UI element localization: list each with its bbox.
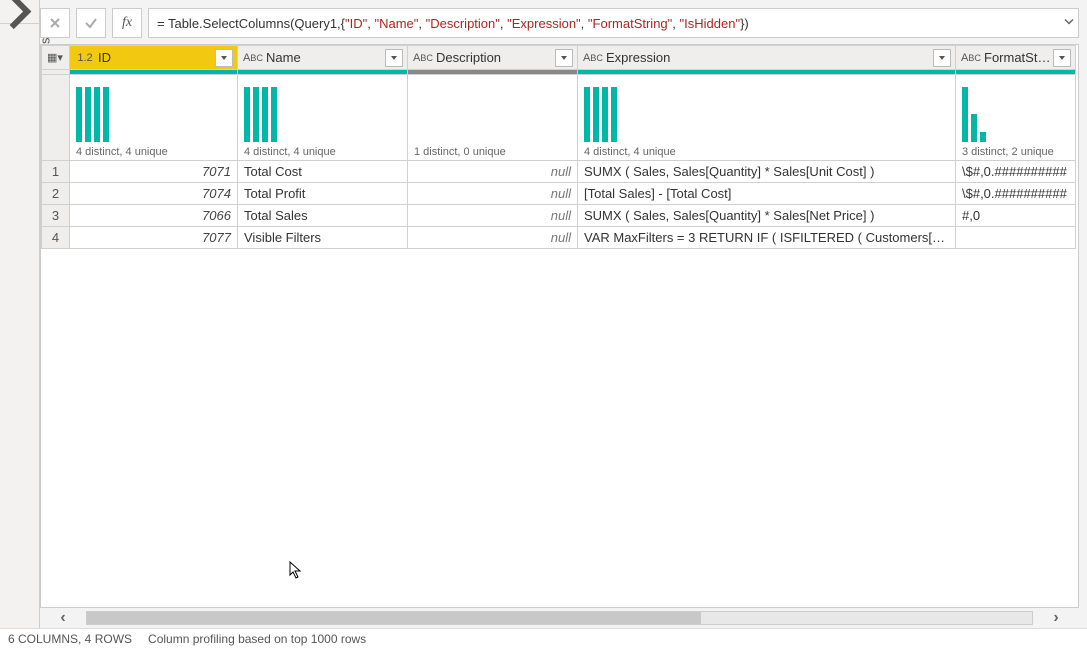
expand-formula-icon[interactable]	[1064, 17, 1074, 30]
column-header-description[interactable]: ABC Description	[408, 46, 578, 70]
scroll-right-button[interactable]: ›	[1033, 609, 1079, 627]
row-number: 3	[42, 205, 70, 227]
horizontal-scrollbar[interactable]: ‹ ›	[40, 608, 1079, 628]
column-filter-button[interactable]	[385, 49, 403, 67]
cell-expression[interactable]: SUMX ( Sales, Sales[Quantity] * Sales[Un…	[578, 161, 956, 183]
column-name-label: Expression	[604, 50, 933, 65]
column-profile-text: 4 distinct, 4 unique	[76, 146, 231, 158]
column-profile-cell: 4 distinct, 4 unique	[578, 75, 956, 161]
expand-queries-button[interactable]	[0, 0, 39, 24]
column-profile-text: 3 distinct, 2 unique	[962, 146, 1069, 158]
cell-id[interactable]: 7077	[70, 227, 238, 249]
row-number: 2	[42, 183, 70, 205]
data-grid: ▦▾ 1.2 ID ABC Name	[40, 44, 1079, 608]
status-count: 6 COLUMNS, 4 ROWS	[8, 632, 132, 646]
cell-description[interactable]: null	[408, 183, 578, 205]
cell-expression[interactable]: [Total Sales] - [Total Cost]	[578, 183, 956, 205]
column-header-name[interactable]: ABC Name	[238, 46, 408, 70]
column-profile-cell: 4 distinct, 4 unique	[238, 75, 408, 161]
column-profile-cell: 3 distinct, 2 unique	[956, 75, 1076, 161]
formula-bar: fx = Table.SelectColumns(Query1,{"ID", "…	[40, 8, 1079, 38]
cancel-formula-button[interactable]	[40, 8, 70, 38]
cell-name[interactable]: Total Profit	[238, 183, 408, 205]
column-profile-text: 4 distinct, 4 unique	[584, 146, 949, 158]
cell-formatstring[interactable]: #,0	[956, 205, 1076, 227]
column-name-label: Description	[434, 50, 555, 65]
column-quality-bar	[578, 70, 955, 74]
column-filter-button[interactable]	[555, 49, 573, 67]
row-number: 1	[42, 161, 70, 183]
column-quality-bar	[70, 70, 237, 74]
column-header-expression[interactable]: ABC Expression	[578, 46, 956, 70]
fx-icon[interactable]: fx	[112, 8, 142, 38]
cell-name[interactable]: Visible Filters	[238, 227, 408, 249]
status-profiling: Column profiling based on top 1000 rows	[148, 632, 366, 646]
cell-expression[interactable]: SUMX ( Sales, Sales[Quantity] * Sales[Ne…	[578, 205, 956, 227]
cell-formatstring[interactable]: \$#,0.##########	[956, 161, 1076, 183]
table-row[interactable]: 3 7066 Total Sales null SUMX ( Sales, Sa…	[42, 205, 1076, 227]
formula-input[interactable]: = Table.SelectColumns(Query1,{"ID", "Nam…	[148, 8, 1079, 38]
cell-description[interactable]: null	[408, 205, 578, 227]
column-profile-cell: 1 distinct, 0 unique	[408, 75, 578, 161]
table-select-all[interactable]: ▦▾	[42, 46, 70, 70]
type-text-icon[interactable]: ABC	[960, 49, 982, 67]
cell-id[interactable]: 7066	[70, 205, 238, 227]
column-name-label: FormatString	[982, 50, 1053, 65]
cell-id[interactable]: 7071	[70, 161, 238, 183]
column-quality-bar	[956, 70, 1075, 74]
column-profile-cell: 4 distinct, 4 unique	[70, 75, 238, 161]
column-name-label: Name	[264, 50, 385, 65]
type-text-icon[interactable]: ABC	[582, 49, 604, 67]
commit-formula-button[interactable]	[76, 8, 106, 38]
table-row[interactable]: 2 7074 Total Profit null [Total Sales] -…	[42, 183, 1076, 205]
table-row[interactable]: 1 7071 Total Cost null SUMX ( Sales, Sal…	[42, 161, 1076, 183]
scroll-track[interactable]	[86, 611, 1033, 625]
scroll-left-button[interactable]: ‹	[40, 609, 86, 627]
type-text-icon[interactable]: ABC	[242, 49, 264, 67]
column-filter-button[interactable]	[933, 49, 951, 67]
cell-id[interactable]: 7074	[70, 183, 238, 205]
type-number-icon[interactable]: 1.2	[74, 49, 96, 67]
row-number: 4	[42, 227, 70, 249]
cell-description[interactable]: null	[408, 161, 578, 183]
table-row[interactable]: 4 7077 Visible Filters null VAR MaxFilte…	[42, 227, 1076, 249]
type-text-icon[interactable]: ABC	[412, 49, 434, 67]
column-filter-button[interactable]	[1053, 49, 1071, 67]
queries-panel: Queries	[0, 0, 40, 628]
column-profile-text: 1 distinct, 0 unique	[414, 146, 571, 158]
column-header-formatstring[interactable]: ABC FormatString	[956, 46, 1076, 70]
cell-name[interactable]: Total Sales	[238, 205, 408, 227]
column-quality-bar	[238, 70, 407, 74]
cell-formatstring[interactable]: \$#,0.##########	[956, 183, 1076, 205]
cell-expression[interactable]: VAR MaxFilters = 3 RETURN IF ( ISFILTERE…	[578, 227, 956, 249]
scroll-thumb[interactable]	[87, 612, 701, 624]
cell-name[interactable]: Total Cost	[238, 161, 408, 183]
column-header-id[interactable]: 1.2 ID	[70, 46, 238, 70]
column-name-label: ID	[96, 50, 215, 65]
column-profile-text: 4 distinct, 4 unique	[244, 146, 401, 158]
status-bar: 6 COLUMNS, 4 ROWS Column profiling based…	[0, 628, 1087, 648]
column-filter-button[interactable]	[215, 49, 233, 67]
column-quality-bar	[408, 70, 577, 74]
cell-description[interactable]: null	[408, 227, 578, 249]
cell-formatstring[interactable]	[956, 227, 1076, 249]
